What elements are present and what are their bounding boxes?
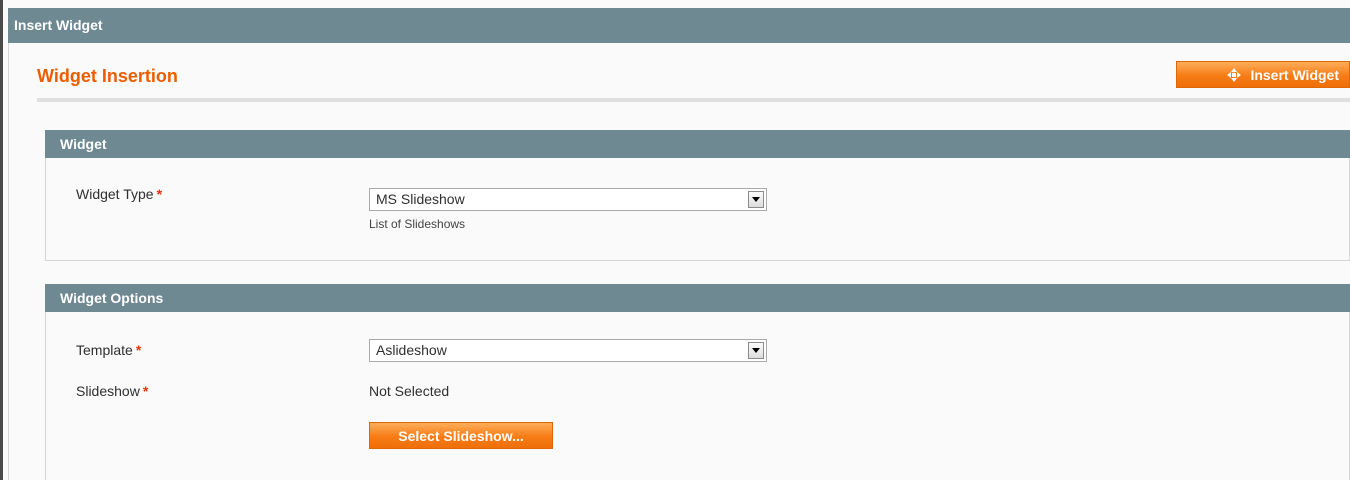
widget-options-section-body <box>45 312 1350 480</box>
required-marker: * <box>142 383 149 399</box>
required-marker: * <box>135 342 142 358</box>
widget-type-label: Widget Type * <box>76 186 162 202</box>
window-edge <box>0 0 3 480</box>
insert-widget-window: Insert Widget Widget Insertion Insert Wi… <box>0 0 1350 480</box>
template-label-text: Template <box>76 342 133 358</box>
select-slideshow-button-label: Select Slideshow... <box>398 427 524 444</box>
widget-type-note: List of Slideshows <box>369 217 466 231</box>
window-title: Insert Widget <box>14 17 103 33</box>
insert-widget-button-label: Insert Widget <box>1250 66 1339 83</box>
widget-type-selected-value: MS Slideshow <box>376 191 465 207</box>
slideshow-label-text: Slideshow <box>76 383 140 399</box>
slideshow-value: Not Selected <box>369 383 450 399</box>
chevron-down-icon[interactable] <box>748 191 764 208</box>
widget-section-title: Widget <box>60 136 107 152</box>
page-header: Widget Insertion <box>37 56 1350 102</box>
insert-widget-button[interactable]: Insert Widget <box>1176 61 1350 88</box>
widget-type-select[interactable]: MS Slideshow <box>369 188 767 211</box>
page-title: Widget Insertion <box>37 66 178 86</box>
window-title-bar: Insert Widget <box>8 8 1350 43</box>
template-label: Template * <box>76 342 141 358</box>
widget-type-label-text: Widget Type <box>76 186 154 202</box>
chevron-down-icon[interactable] <box>748 342 764 359</box>
insert-widget-icon <box>1226 67 1242 83</box>
template-select[interactable]: Aslideshow <box>369 339 767 362</box>
widget-options-section-title: Widget Options <box>60 290 164 306</box>
select-slideshow-button[interactable]: Select Slideshow... <box>369 422 553 449</box>
widget-options-section-header: Widget Options <box>45 284 1350 312</box>
required-marker: * <box>156 186 163 202</box>
slideshow-label: Slideshow * <box>76 383 148 399</box>
widget-section-header: Widget <box>45 130 1350 158</box>
template-selected-value: Aslideshow <box>376 342 447 358</box>
